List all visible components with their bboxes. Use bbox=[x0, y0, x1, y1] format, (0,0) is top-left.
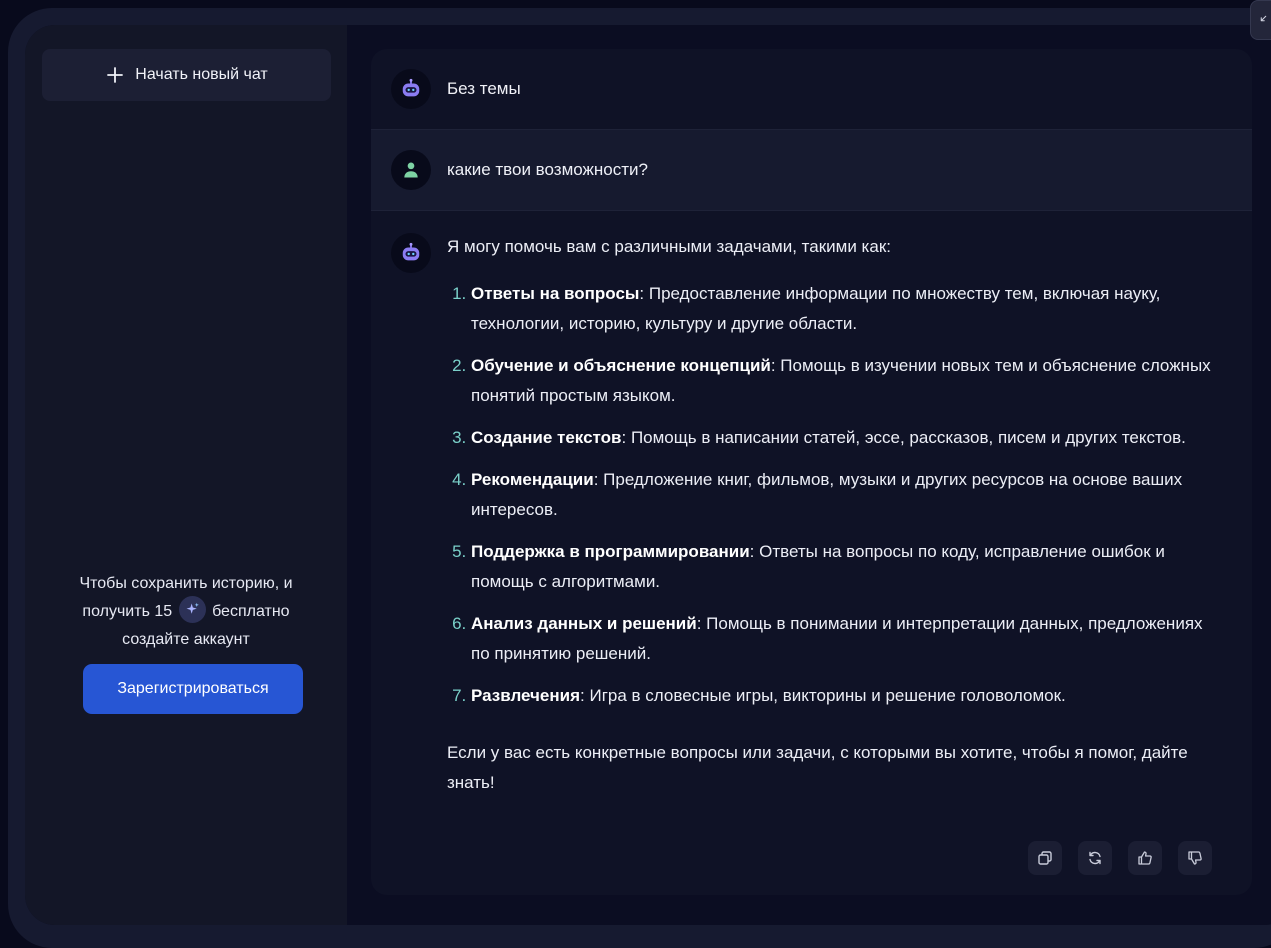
bot-message: Я могу помочь вам с различными задачами,… bbox=[371, 211, 1252, 798]
collapse-button[interactable] bbox=[1250, 0, 1271, 40]
chat-panel: Без темы какие твои возможности? Я могу … bbox=[371, 49, 1252, 895]
list-item-title: Ответы на вопросы bbox=[471, 284, 640, 303]
bot-message-avatar bbox=[391, 233, 431, 273]
list-item-title: Рекомендации bbox=[471, 470, 594, 489]
list-item-title: Обучение и объяснение концепций bbox=[471, 356, 771, 375]
new-chat-label: Начать новый чат bbox=[135, 66, 268, 83]
copy-icon bbox=[1038, 851, 1052, 865]
list-item: Поддержка в программировании: Ответы на … bbox=[471, 537, 1217, 597]
regenerate-icon bbox=[1089, 851, 1101, 865]
robot-icon bbox=[402, 78, 420, 97]
chat-title: Без темы bbox=[447, 79, 521, 98]
bot-message-body: Я могу помочь вам с различными задачами,… bbox=[447, 211, 1217, 798]
regenerate-button[interactable] bbox=[1078, 841, 1112, 875]
list-item: Анализ данных и решений: Помощь в понима… bbox=[471, 609, 1217, 669]
plus-icon bbox=[107, 67, 124, 83]
promo-text-before: получить bbox=[82, 603, 150, 620]
new-chat-button[interactable]: Начать новый чат bbox=[42, 49, 331, 101]
copy-button[interactable] bbox=[1028, 841, 1062, 875]
message-actions bbox=[1028, 841, 1212, 875]
promo-line-3: создайте аккаунт bbox=[122, 631, 250, 648]
dislike-button[interactable] bbox=[1178, 841, 1212, 875]
sidebar: Начать новый чат Чтобы сохранить историю… bbox=[25, 25, 347, 925]
capabilities-list: Ответы на вопросы: Предоставление информ… bbox=[447, 279, 1217, 711]
list-item: Рекомендации: Предложение книг, фильмов,… bbox=[471, 465, 1217, 525]
bot-outro: Если у вас есть конкретные вопросы или з… bbox=[447, 743, 1188, 792]
user-avatar bbox=[391, 150, 431, 190]
save-history-promo: Чтобы сохранить историю, и получить 15 б… bbox=[25, 570, 347, 654]
user-message: какие твои возможности? bbox=[371, 130, 1252, 211]
list-item-text: : Игра в словесные игры, викторины и реш… bbox=[580, 686, 1066, 705]
bot-intro: Я могу помочь вам с различными задачами,… bbox=[447, 237, 891, 256]
list-item-title: Создание текстов bbox=[471, 428, 622, 447]
sparkle-icon bbox=[178, 596, 206, 624]
promo-line-2: получить 15 бесплатно bbox=[25, 596, 347, 626]
thumbs-up-icon bbox=[1138, 851, 1152, 865]
collapse-icon bbox=[1260, 15, 1267, 22]
user-message-text: какие твои возможности? bbox=[447, 160, 648, 179]
register-button[interactable]: Зарегистрироваться bbox=[83, 664, 303, 714]
list-item-text: : Помощь в написании статей, эссе, расск… bbox=[621, 428, 1186, 447]
list-item: Создание текстов: Помощь в написании ста… bbox=[471, 423, 1217, 453]
user-icon bbox=[404, 162, 418, 178]
chat-header: Без темы bbox=[371, 49, 1252, 130]
list-item: Ответы на вопросы: Предоставление информ… bbox=[471, 279, 1217, 339]
bot-avatar bbox=[391, 69, 431, 109]
list-item: Обучение и объяснение концепций: Помощь … bbox=[471, 351, 1217, 411]
thumbs-down-icon bbox=[1188, 851, 1202, 865]
promo-text-after: бесплатно bbox=[212, 603, 290, 620]
promo-line-1: Чтобы сохранить историю, и bbox=[79, 575, 293, 592]
list-item-title: Развлечения bbox=[471, 686, 581, 705]
credits-count: 15 bbox=[154, 603, 173, 620]
list-item-title: Поддержка в программировании bbox=[471, 542, 750, 561]
like-button[interactable] bbox=[1128, 841, 1162, 875]
list-item-title: Анализ данных и решений bbox=[471, 614, 697, 633]
list-item: Развлечения: Игра в словесные игры, викт… bbox=[471, 681, 1217, 711]
app-window: Начать новый чат Чтобы сохранить историю… bbox=[25, 25, 1271, 925]
robot-icon bbox=[402, 242, 420, 261]
